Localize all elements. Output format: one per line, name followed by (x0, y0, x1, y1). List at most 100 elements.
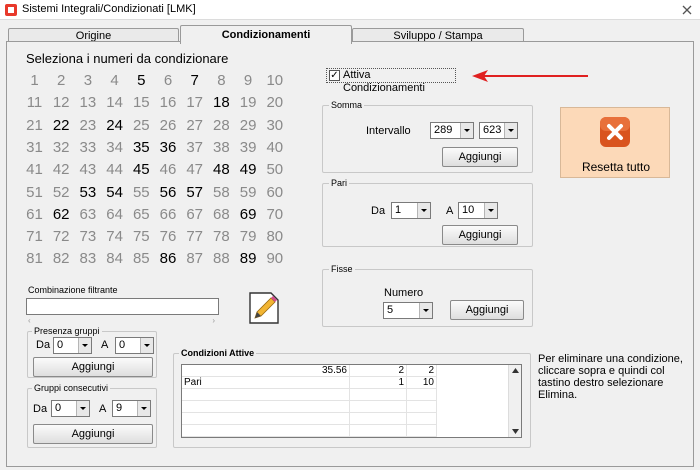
number-39[interactable]: 39 (235, 139, 262, 157)
number-78[interactable]: 78 (208, 228, 235, 246)
fixed-add-button[interactable]: Aggiungi (450, 300, 524, 320)
chevron-down-icon[interactable] (460, 123, 473, 138)
number-2[interactable]: 2 (48, 72, 75, 90)
number-74[interactable]: 74 (101, 228, 128, 246)
combination-filter-scrollbar[interactable]: ‹ › (26, 316, 219, 326)
active-conditions-table[interactable]: 35.56 2 2 Pari 1 10 (181, 364, 522, 438)
chevron-down-icon[interactable] (78, 338, 91, 353)
scroll-down-icon[interactable] (512, 429, 519, 434)
tab-condizionamenti[interactable]: Condizionamenti (180, 25, 352, 44)
number-90[interactable]: 90 (261, 250, 288, 268)
number-82[interactable]: 82 (48, 250, 75, 268)
even-from-dropdown[interactable]: 1 (391, 202, 431, 219)
table-row[interactable] (182, 425, 437, 437)
number-72[interactable]: 72 (48, 228, 75, 246)
number-79[interactable]: 79 (235, 228, 262, 246)
presence-to-dropdown[interactable]: 0 (115, 337, 154, 354)
number-55[interactable]: 55 (128, 184, 155, 202)
sum-add-button[interactable]: Aggiungi (442, 147, 518, 167)
number-19[interactable]: 19 (235, 94, 262, 112)
presence-from-dropdown[interactable]: 0 (53, 337, 92, 354)
number-15[interactable]: 15 (128, 94, 155, 112)
number-51[interactable]: 51 (21, 184, 48, 202)
consecutive-to-dropdown[interactable]: 9 (112, 400, 151, 417)
number-13[interactable]: 13 (74, 94, 101, 112)
number-8[interactable]: 8 (208, 72, 235, 90)
number-16[interactable]: 16 (155, 94, 182, 112)
number-48[interactable]: 48 (208, 161, 235, 179)
number-18[interactable]: 18 (208, 94, 235, 112)
number-38[interactable]: 38 (208, 139, 235, 157)
number-85[interactable]: 85 (128, 250, 155, 268)
table-vertical-scrollbar[interactable] (508, 365, 521, 437)
number-64[interactable]: 64 (101, 206, 128, 224)
number-41[interactable]: 41 (21, 161, 48, 179)
number-34[interactable]: 34 (101, 139, 128, 157)
number-12[interactable]: 12 (48, 94, 75, 112)
number-36[interactable]: 36 (155, 139, 182, 157)
number-75[interactable]: 75 (128, 228, 155, 246)
number-70[interactable]: 70 (261, 206, 288, 224)
table-row[interactable] (182, 389, 437, 401)
number-84[interactable]: 84 (101, 250, 128, 268)
scroll-right-icon[interactable]: › (212, 316, 215, 325)
table-row[interactable]: Pari 1 10 (182, 377, 437, 389)
number-14[interactable]: 14 (101, 94, 128, 112)
number-59[interactable]: 59 (235, 184, 262, 202)
chevron-down-icon[interactable] (484, 203, 497, 218)
number-88[interactable]: 88 (208, 250, 235, 268)
number-32[interactable]: 32 (48, 139, 75, 157)
number-26[interactable]: 26 (155, 117, 182, 135)
combination-filter-input[interactable] (26, 298, 219, 315)
activate-conditions-checkbox[interactable]: ✓ Attiva Condizionamenti (326, 68, 456, 94)
number-47[interactable]: 47 (181, 161, 208, 179)
consecutive-from-dropdown[interactable]: 0 (51, 400, 90, 417)
sum-to-dropdown[interactable]: 623 (479, 122, 518, 139)
number-5[interactable]: 5 (128, 72, 155, 90)
number-45[interactable]: 45 (128, 161, 155, 179)
number-28[interactable]: 28 (208, 117, 235, 135)
number-43[interactable]: 43 (74, 161, 101, 179)
number-58[interactable]: 58 (208, 184, 235, 202)
number-57[interactable]: 57 (181, 184, 208, 202)
table-row[interactable] (182, 401, 437, 413)
number-22[interactable]: 22 (48, 117, 75, 135)
number-23[interactable]: 23 (74, 117, 101, 135)
number-3[interactable]: 3 (74, 72, 101, 90)
number-66[interactable]: 66 (155, 206, 182, 224)
scroll-up-icon[interactable] (512, 368, 519, 373)
edit-pencil-icon[interactable] (247, 290, 281, 326)
number-31[interactable]: 31 (21, 139, 48, 157)
number-1[interactable]: 1 (21, 72, 48, 90)
number-10[interactable]: 10 (261, 72, 288, 90)
number-65[interactable]: 65 (128, 206, 155, 224)
number-77[interactable]: 77 (181, 228, 208, 246)
number-40[interactable]: 40 (261, 139, 288, 157)
number-83[interactable]: 83 (74, 250, 101, 268)
number-7[interactable]: 7 (181, 72, 208, 90)
number-60[interactable]: 60 (261, 184, 288, 202)
number-17[interactable]: 17 (181, 94, 208, 112)
number-4[interactable]: 4 (101, 72, 128, 90)
number-44[interactable]: 44 (101, 161, 128, 179)
number-9[interactable]: 9 (235, 72, 262, 90)
chevron-down-icon[interactable] (137, 401, 150, 416)
number-54[interactable]: 54 (101, 184, 128, 202)
fixed-number-dropdown[interactable]: 5 (383, 302, 433, 319)
chevron-down-icon[interactable] (504, 123, 517, 138)
chevron-down-icon[interactable] (76, 401, 89, 416)
number-80[interactable]: 80 (261, 228, 288, 246)
table-row[interactable]: 35.56 2 2 (182, 365, 437, 377)
number-86[interactable]: 86 (155, 250, 182, 268)
number-6[interactable]: 6 (155, 72, 182, 90)
number-29[interactable]: 29 (235, 117, 262, 135)
chevron-down-icon[interactable] (417, 203, 430, 218)
number-67[interactable]: 67 (181, 206, 208, 224)
number-21[interactable]: 21 (21, 117, 48, 135)
even-add-button[interactable]: Aggiungi (442, 225, 518, 245)
table-row[interactable] (182, 413, 437, 425)
number-81[interactable]: 81 (21, 250, 48, 268)
number-89[interactable]: 89 (235, 250, 262, 268)
sum-from-dropdown[interactable]: 289 (430, 122, 474, 139)
number-24[interactable]: 24 (101, 117, 128, 135)
